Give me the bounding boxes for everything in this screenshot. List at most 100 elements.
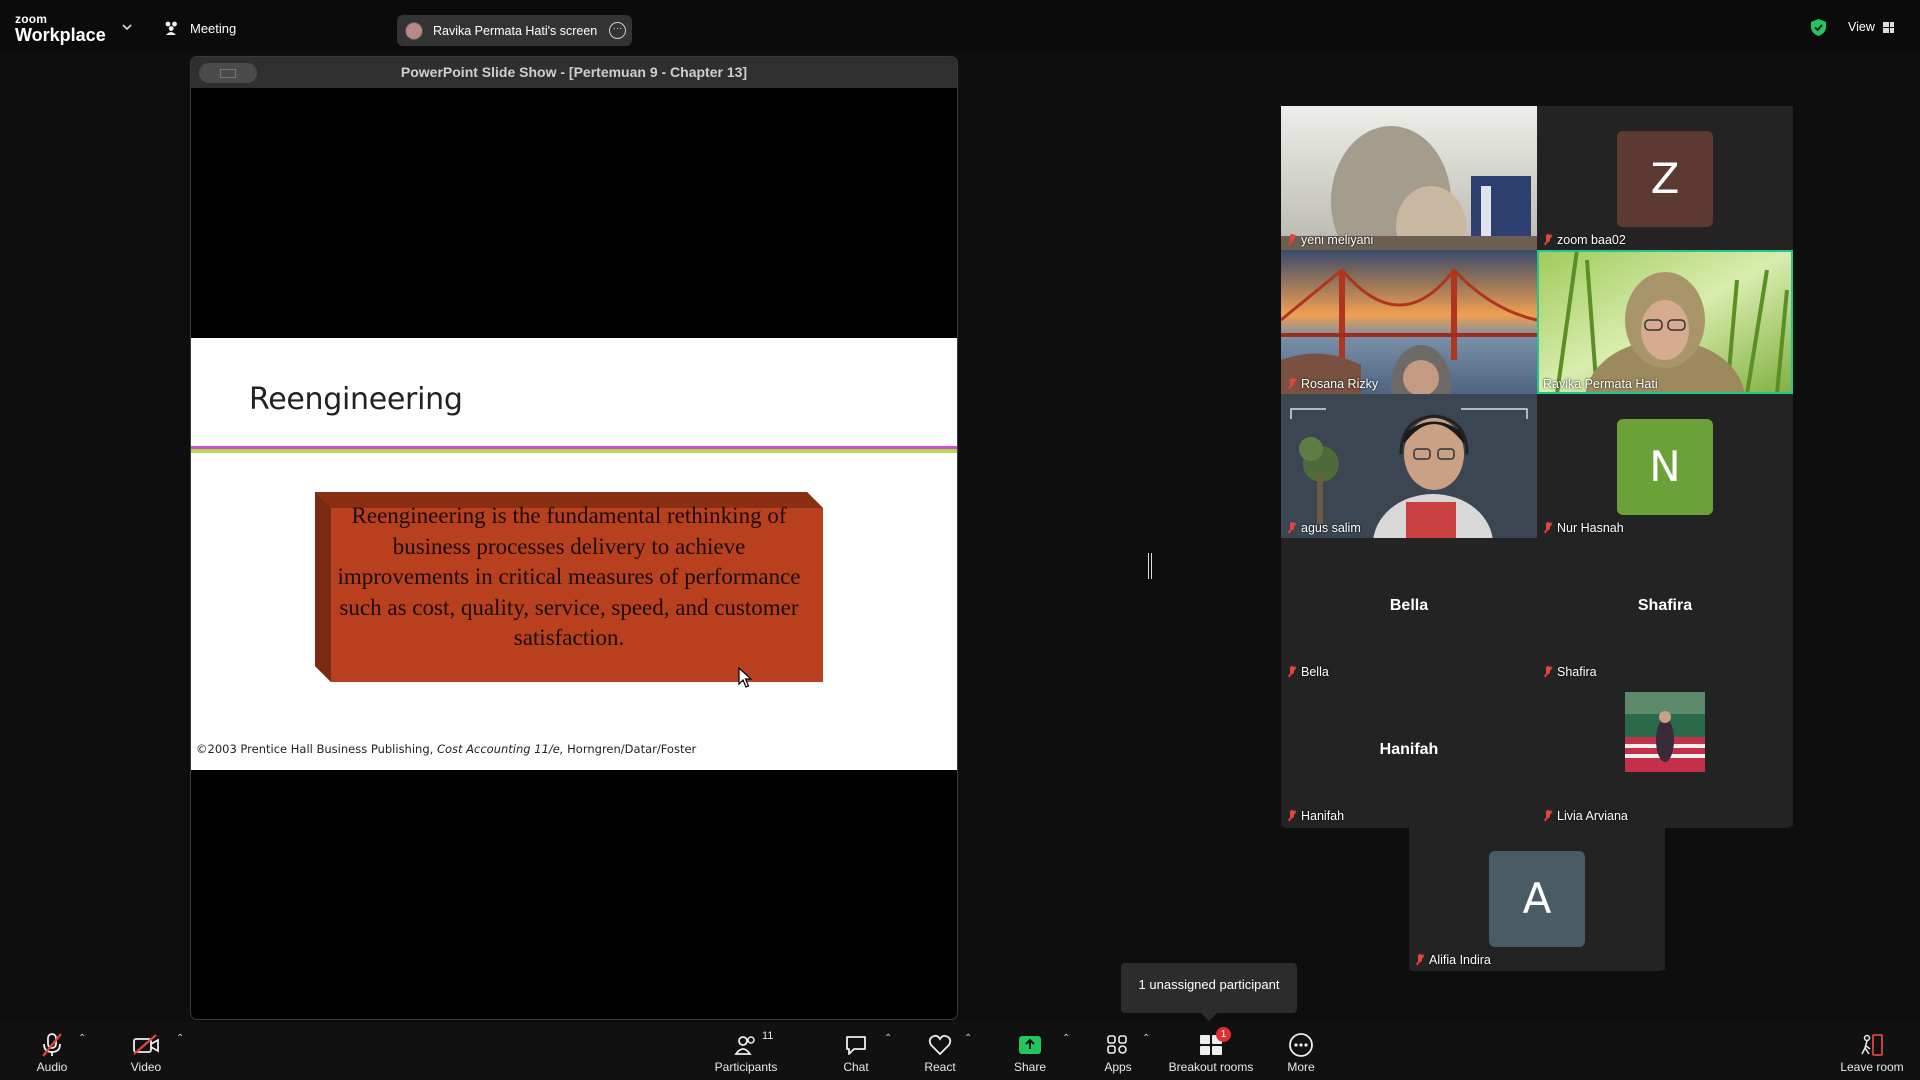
participant-video — [1281, 250, 1537, 394]
chevron-up-icon: ⌃ — [1062, 1033, 1071, 1044]
shield-check-icon[interactable] — [1810, 18, 1827, 37]
screen-control-button[interactable] — [199, 63, 257, 83]
screen-pill-label: Ravika Permata Hati's screen — [433, 23, 598, 38]
participant-tile-rosana[interactable]: Rosana Rizky — [1281, 250, 1537, 394]
participant-name: zoom baa02 — [1557, 233, 1626, 247]
share-label: Share — [1013, 1060, 1047, 1074]
breakout-badge: 1 — [1216, 1027, 1231, 1042]
participant-name: Rosana Rizky — [1301, 377, 1379, 391]
top-bar: zoom Workplace Meeting Ravika Permata Ha… — [0, 0, 1920, 52]
apps-options-caret[interactable]: ⌃ — [1142, 1030, 1150, 1044]
participant-name: Alifia Indira — [1429, 953, 1491, 967]
unassigned-participant-tooltip: 1 unassigned participant — [1121, 963, 1297, 1021]
heart-icon — [928, 1034, 952, 1056]
more-icon — [1289, 1033, 1313, 1057]
participant-tile-hanifah[interactable]: Hanifah Hanifah — [1281, 682, 1537, 826]
participants-button[interactable]: 11 Participants — [710, 1030, 782, 1074]
avatar: A — [1489, 851, 1585, 947]
participant-tile-agus[interactable]: agus salim — [1281, 394, 1537, 538]
more-button[interactable]: More — [1282, 1030, 1320, 1074]
audio-label: Audio — [36, 1060, 68, 1074]
leave-room-icon — [1861, 1034, 1883, 1056]
more-options-icon[interactable]: ··· — [609, 22, 626, 39]
participant-tile-alifia[interactable]: A Alifia Indira — [1409, 826, 1665, 970]
presentation-slide: Reengineering Reengineering is the funda… — [191, 338, 957, 770]
shared-window-titlebar: PowerPoint Slide Show - [Pertemuan 9 - C… — [191, 57, 957, 88]
participant-name: Nur Hasnah — [1557, 521, 1624, 535]
share-screen-icon — [1019, 1036, 1041, 1054]
chat-label: Chat — [843, 1060, 869, 1074]
meeting-people-icon — [165, 21, 177, 35]
breakout-label: Breakout rooms — [1168, 1060, 1254, 1074]
participant-video — [1537, 250, 1793, 394]
participant-tile-nur-hasnah[interactable]: N Nur Hasnah — [1537, 394, 1793, 538]
chevron-up-icon: ⌃ — [1142, 1033, 1151, 1044]
participant-name: Bella — [1301, 665, 1329, 679]
participant-display-name: Hanifah — [1379, 741, 1439, 758]
participants-label: Participants — [714, 1060, 778, 1074]
participant-name: yeni meliyani — [1301, 233, 1374, 247]
chevron-down-icon[interactable] — [121, 22, 133, 32]
chevron-up-icon: ⌃ — [78, 1033, 87, 1044]
logo-big-text: Workplace — [15, 25, 106, 45]
participant-tile-livia[interactable]: Livia Arviana — [1537, 682, 1793, 826]
mic-muted-icon — [1287, 378, 1297, 390]
avatar — [405, 21, 423, 40]
apps-icon — [1107, 1035, 1127, 1054]
participant-name: Hanifah — [1301, 809, 1345, 823]
view-button[interactable]: View — [1848, 20, 1894, 34]
chevron-up-icon: ⌃ — [176, 1033, 185, 1044]
chat-icon — [846, 1036, 866, 1055]
chevron-up-icon: ⌃ — [964, 1033, 973, 1044]
apps-button[interactable]: Apps — [1100, 1030, 1136, 1074]
meeting-label: Meeting — [190, 20, 237, 36]
participant-name: agus salim — [1301, 521, 1361, 535]
participant-tile-yeni[interactable]: yeni meliyani — [1281, 106, 1537, 250]
participant-tile-bella[interactable]: Bella Bella — [1281, 538, 1537, 682]
mic-off-icon — [42, 1033, 62, 1057]
participant-display-name: Shafira — [1637, 597, 1693, 614]
participant-video — [1281, 106, 1537, 250]
leave-room-button[interactable]: Leave room — [1836, 1030, 1908, 1074]
breakout-rooms-button[interactable]: 1 Breakout rooms — [1164, 1027, 1258, 1074]
video-button[interactable]: Video — [124, 1030, 168, 1074]
avatar: Z — [1617, 131, 1713, 227]
react-button[interactable]: React — [922, 1030, 958, 1074]
chat-button[interactable]: Chat — [838, 1030, 874, 1074]
more-label: More — [1287, 1060, 1315, 1074]
participant-gallery-overflow: A Alifia Indira — [1409, 826, 1665, 971]
video-options-caret[interactable]: ⌃ — [176, 1030, 184, 1044]
participant-tile-ravika[interactable]: Ravika Permata Hati — [1537, 250, 1793, 394]
video-label: Video — [130, 1060, 162, 1074]
chevron-up-icon: ⌃ — [884, 1033, 893, 1044]
split-resize-handle[interactable] — [1148, 553, 1152, 579]
avatar: N — [1617, 419, 1713, 515]
mic-muted-icon — [1543, 522, 1553, 534]
leave-label: Leave room — [1840, 1060, 1904, 1074]
logo-small-text: zoom — [15, 12, 48, 26]
meeting-button[interactable]: Meeting — [163, 20, 236, 36]
footer-suffix: Horngren/Datar/Foster — [563, 742, 697, 756]
participant-name: Shafira — [1557, 665, 1597, 679]
audio-options-caret[interactable]: ⌃ — [78, 1030, 86, 1044]
participants-icon — [734, 1036, 755, 1055]
participant-tile-shafira[interactable]: Shafira Shafira — [1537, 538, 1793, 682]
participant-tile-zoom-baa02[interactable]: Z zoom baa02 — [1537, 106, 1793, 250]
shared-screen-window[interactable]: PowerPoint Slide Show - [Pertemuan 9 - C… — [190, 56, 958, 1020]
chat-options-caret[interactable]: ⌃ — [884, 1030, 892, 1044]
share-button[interactable]: Share — [1012, 1030, 1048, 1074]
mic-muted-icon — [1287, 666, 1297, 678]
app-logo: zoom Workplace — [15, 13, 106, 44]
participant-video — [1281, 394, 1537, 538]
mic-muted-icon — [1543, 810, 1553, 822]
apps-label: Apps — [1104, 1060, 1132, 1074]
audio-button[interactable]: Audio — [30, 1030, 74, 1074]
react-options-caret[interactable]: ⌃ — [964, 1030, 972, 1044]
view-label: View — [1848, 20, 1875, 34]
footer-prefix: ©2003 Prentice Hall Business Publishing, — [196, 742, 437, 756]
footer-book-title: Cost Accounting 11/e, — [436, 742, 564, 756]
screen-share-pill[interactable]: Ravika Permata Hati's screen ··· — [397, 15, 632, 46]
profile-photo — [1625, 692, 1705, 772]
share-options-caret[interactable]: ⌃ — [1062, 1030, 1070, 1044]
slide-footer: ©2003 Prentice Hall Business Publishing,… — [196, 742, 696, 756]
